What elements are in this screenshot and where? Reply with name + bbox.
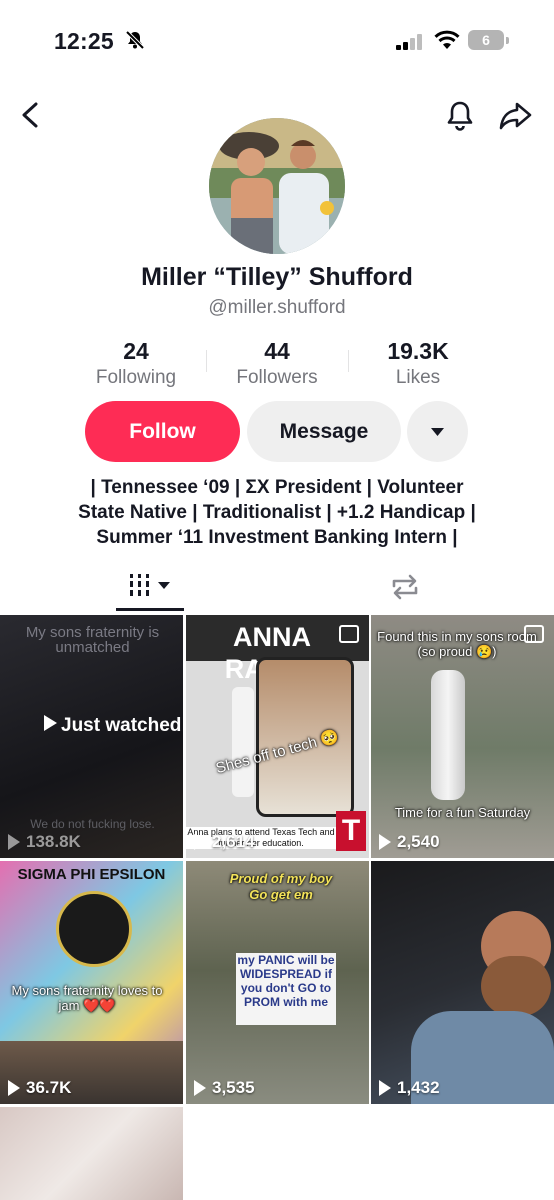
stat-likes[interactable]: 19.3K Likes: [348, 338, 488, 389]
video-caption: Proud of my boy: [229, 871, 333, 886]
pinned-icon: [524, 625, 544, 643]
play-icon: [44, 715, 57, 731]
video-view-count: 138.8K: [8, 832, 81, 852]
battery-icon: 6: [468, 30, 504, 50]
video-thumbnail[interactable]: [0, 1107, 183, 1200]
avatar: [209, 118, 345, 254]
video-view-count: 2,540: [379, 832, 440, 852]
video-view-count: 36.7K: [8, 1078, 71, 1098]
video-thumbnail[interactable]: ANNA RAPER Shes off to tech 🥺 Anna plans…: [186, 615, 369, 858]
notification-bell-icon[interactable]: [444, 98, 476, 132]
bio-line: State Native | Traditionalist | +1.2 Han…: [78, 502, 476, 523]
profile-username: @miller.shufford: [208, 297, 346, 318]
video-thumbnail[interactable]: SIGMA PHI EPSILON My sons fraternity lov…: [0, 861, 183, 1104]
tab-repost-icon[interactable]: [388, 572, 422, 602]
share-icon[interactable]: [497, 98, 535, 132]
stat-following-label: Following: [95, 367, 177, 388]
just-watched-text: Just watched: [61, 715, 182, 736]
views-value: 36.7K: [26, 1078, 72, 1097]
video-view-count: 2,614: [194, 832, 255, 852]
video-sign: my PANIC will be WIDESPREAD if you don't…: [236, 953, 336, 1025]
tab-videos-grid-icon[interactable]: [116, 568, 184, 610]
video-view-count: 3,535: [194, 1078, 255, 1098]
play-icon: [379, 1080, 391, 1096]
video-caption: My sons fraternity loves to jam ❤️❤️: [11, 983, 163, 1013]
video-caption-bottom: We do not fucking lose.: [30, 817, 155, 831]
just-watched-label: Just watched: [44, 715, 181, 737]
stat-likes-value: 19.3K: [387, 338, 449, 364]
play-icon: [194, 834, 206, 850]
video-thumbnail[interactable]: Found this in my sons room (so proud 😢) …: [371, 615, 554, 858]
video-grid: My sons fraternity is unmatched Just wat…: [0, 615, 554, 1200]
caret-down-icon: [431, 428, 444, 436]
video-figure: [232, 687, 254, 797]
play-icon: [194, 1080, 206, 1096]
views-value: 2,540: [397, 832, 440, 851]
back-icon[interactable]: [16, 98, 44, 132]
bell-off-icon: [125, 30, 145, 50]
follow-button[interactable]: Follow: [85, 401, 240, 462]
wifi-icon: [434, 30, 460, 49]
stat-followers-label: Followers: [236, 367, 318, 388]
video-thumbnail[interactable]: Proud of my boy Go get em my PANIC will …: [186, 861, 369, 1104]
video-emblem: [56, 891, 132, 967]
video-beard: [481, 956, 551, 1016]
views-value: 2,614: [212, 832, 255, 851]
video-caption: SIGMA PHI EPSILON: [17, 866, 166, 883]
battery-tip: [506, 37, 509, 44]
video-caption: Go get em: [249, 887, 313, 902]
stat-following-value: 24: [123, 338, 149, 364]
play-icon: [8, 1080, 20, 1096]
stat-followers-value: 44: [264, 338, 290, 364]
stat-likes-label: Likes: [395, 367, 441, 388]
pinned-icon: [339, 625, 359, 643]
message-button[interactable]: Message: [247, 401, 401, 462]
video-caption: My sons fraternity is unmatched: [25, 624, 160, 656]
status-time: 12:25: [54, 28, 114, 54]
more-options-button[interactable]: [407, 401, 468, 462]
video-thumbnail[interactable]: My sons fraternity is unmatched Just wat…: [0, 615, 183, 858]
views-value: 1,432: [397, 1078, 440, 1097]
stat-followers[interactable]: 44 Followers: [207, 338, 347, 389]
texas-tech-logo: T: [336, 811, 366, 851]
video-thumbnail[interactable]: 1,432: [371, 861, 554, 1104]
stat-following[interactable]: 24 Following: [66, 338, 206, 389]
profile-bio: | Tennessee ‘09 | ΣX President | Volunte…: [0, 475, 554, 550]
video-view-count: 1,432: [379, 1078, 440, 1098]
profile-display-name: Miller “Tilley” Shufford: [141, 263, 413, 291]
views-value: 138.8K: [26, 832, 81, 851]
play-icon: [379, 834, 391, 850]
views-value: 3,535: [212, 1078, 255, 1097]
signal-icon: [396, 34, 422, 50]
play-icon: [8, 834, 20, 850]
active-tab-indicator: [116, 608, 184, 611]
video-object: [431, 670, 465, 800]
avatar-image: [209, 118, 345, 254]
status-bar: 12:25 6: [0, 0, 554, 80]
video-caption: Time for a fun Saturday: [394, 805, 531, 820]
video-caption: Found this in my sons room (so proud 😢): [377, 629, 537, 659]
bio-line: | Tennessee ‘09 | ΣX President | Volunte…: [90, 477, 464, 498]
bio-line: Summer ‘11 Investment Banking Intern |: [96, 527, 458, 548]
